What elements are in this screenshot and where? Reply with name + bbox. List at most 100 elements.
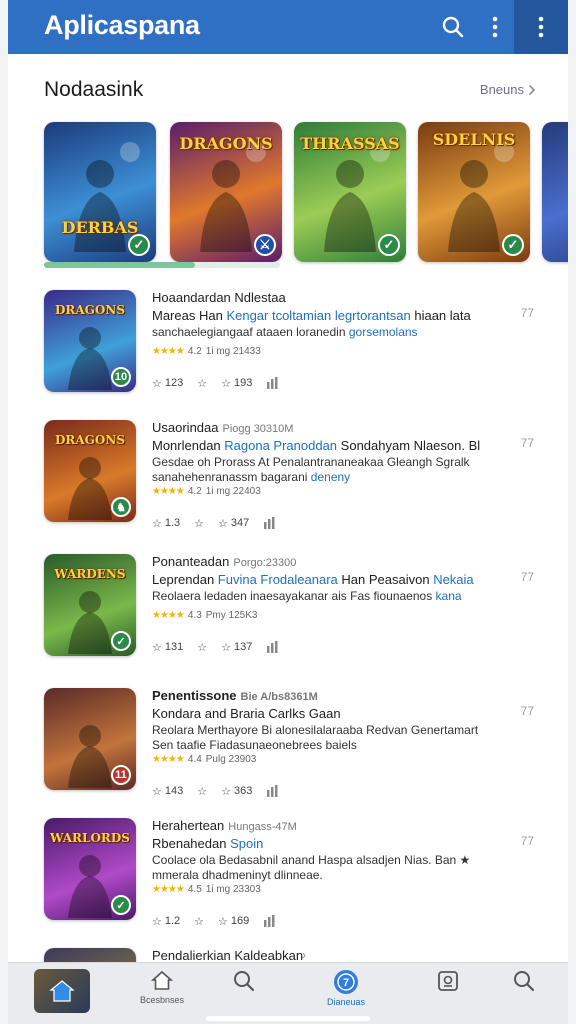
carousel-scroll-thumb[interactable] [44,262,195,268]
list-item[interactable]: WARDENS ✓ Ponanteadan Porgo:23300 Leprendan … [44,554,544,664]
nav-search[interactable] [216,969,272,1013]
app-thumbnail[interactable]: WARLORDS ✓ [44,818,136,920]
app-meta: Hungass-47M [228,821,297,833]
downloads-stat: ☆ 131 [152,641,184,654]
star-outline-icon: ☆ [218,517,228,530]
reviews-stat: ☆ 193 [221,377,253,390]
list-item[interactable]: DRAGONS 10 Hoaandardan Ndlestaa Mareas Han … [44,290,544,400]
star-outline-icon: ☆ [152,641,162,654]
more-vert-icon [538,16,544,38]
downloads-stat: ☆ 1.2 [152,915,181,928]
rating-value: 4.2 [187,346,202,357]
bar-chart-icon[interactable] [266,785,280,797]
nav-home[interactable]: Bcesbnses [134,969,190,1013]
app-description-line: sanchaelegiangaaf ataaen loranedin gorse… [152,325,418,339]
see-all-link[interactable]: Bneuns [480,82,536,97]
app-name: Hoaandardan Ndlestaa [152,290,286,305]
status-badge: 10 [111,367,131,387]
app-name: Penentissone Bie A/bs8361M [152,688,318,703]
nav-home-active[interactable] [34,969,90,1013]
more-vert-icon[interactable] [478,10,512,44]
app-name: Herahertean Hungass-47M [152,818,297,833]
rating-value: 4.4 [187,754,202,765]
app-thumbnail[interactable]: DRAGONS ♞ [44,420,136,522]
favorite-icon[interactable]: ☆ [197,377,207,390]
stats-row: ☆ 1.3 ☆ ☆ 347 [152,514,312,532]
featured-game-tile[interactable]: THRASSAS ✓ [294,122,406,262]
app-description-line: Mareas Han Kengar tcoltamian legrtorants… [152,308,471,323]
game-logo: SDELNIS [432,130,516,149]
home-icon [150,970,174,990]
status-badge: 11 [111,765,131,785]
star-outline-icon: ☆ [218,915,228,928]
bar-chart-icon[interactable] [263,517,277,529]
downloads-stat: ☆ 1.3 [152,517,181,530]
reviews-stat: ☆ 363 [221,785,253,798]
featured-section-title: Nodaasink [44,78,144,101]
app-description-line: Gesdae oh Prorass At Penalantrananeakaa … [152,455,470,469]
game-logo: THRASSAS [300,134,400,153]
app-meta: Bie A/bs8361M [240,691,318,703]
star-rating-icon: ★★★★ [152,486,185,497]
featured-game-tile[interactable] [542,122,568,262]
game-logo: DRAGONS [54,303,126,317]
app-thumbnail[interactable]: WARDENS ✓ [44,554,136,656]
app-thumbnail[interactable]: 11 [44,688,136,790]
device-frame: Aplicaspana Nodaasink Bneuns DERBAS ✓ DRAG… [0,0,576,1024]
downloads-stat: ☆ 123 [152,377,184,390]
list-item[interactable]: WARLORDS ✓ Herahertean Hungass-47M Rbenaheda… [44,818,544,928]
star-rating-icon: ★★★★ [152,610,185,621]
featured-game-tile[interactable]: DRAGONS ⚔ [170,122,282,262]
favorite-icon[interactable]: ☆ [197,785,207,798]
star-rating-icon: ★★★★ [152,884,185,895]
nav-apps-label: Dianeuas [326,997,366,1007]
rating-row: ★★★★ 4.2 1i mg 22403 [152,486,261,497]
status-badge: ✓ [111,631,131,651]
app-screen: Aplicaspana Nodaasink Bneuns DERBAS ✓ DRAG… [8,0,568,1024]
favorite-icon[interactable]: ☆ [194,517,204,530]
library-icon [438,971,458,991]
list-item-count: 77 [520,436,534,450]
star-outline-icon: ☆ [221,641,231,654]
app-description-line: Rbenahedan Spoin [152,836,264,851]
sword-icon: ⚔ [254,234,276,256]
list-item[interactable]: DRAGONS ♞ Usaorindaa Piogg 30310M Monrlendan… [44,420,544,530]
app-meta: Piogg 30310M [222,423,294,435]
favorite-icon[interactable]: ☆ [194,915,204,928]
app-description-line: sanahehenranassm bagarani deneny [152,470,351,484]
featured-game-tile[interactable]: DERBAS ✓ [44,122,156,262]
bar-chart-icon[interactable] [266,641,280,653]
app-name: Usaorindaa Piogg 30310M [152,420,294,435]
rating-row: ★★★★ 4.4 Pulg 23903 [152,754,256,765]
app-thumbnail[interactable]: DRAGONS 10 [44,290,136,392]
list-item-count: 77 [520,306,534,320]
search-icon [234,971,255,992]
carousel-scrollbar[interactable] [44,262,280,268]
app-description-line: Leprendan Fuvina Frodaleanara Han Peasai… [152,572,474,587]
home-indicator[interactable] [206,1016,370,1021]
featured-carousel[interactable]: DERBAS ✓ DRAGONS ⚔ THRASSAS ✓ SDELNIS ✓ [44,122,568,272]
downloads-stat: ☆ 143 [152,785,184,798]
stats-row: ☆ 143 ☆ ☆ 363 [152,782,312,800]
search-icon[interactable] [436,10,470,44]
reviews-stat: ☆ 347 [218,517,250,530]
favorite-icon[interactable]: ☆ [197,641,207,654]
overflow-menu-button[interactable] [514,0,568,54]
reviews-stat: ☆ 137 [221,641,253,654]
nav-apps[interactable]: 7 Dianeuas [318,969,374,1013]
list-item[interactable]: 11 Penentissone Bie A/bs8361M Kondara and B… [44,688,544,798]
star-outline-icon: ☆ [221,785,231,798]
chevron-right-icon [528,84,536,95]
rating-text: 1i mg 23303 [205,884,261,895]
see-all-label: Bneuns [479,82,524,97]
featured-game-tile[interactable]: SDELNIS ✓ [418,122,530,262]
nav-library[interactable] [420,969,476,1013]
list-item-count: 77 [520,570,534,584]
bar-chart-icon[interactable] [263,915,277,927]
nav-home-label: Bcesbnses [139,995,185,1005]
nav-search-2[interactable] [496,969,552,1013]
rating-row: ★★★★ 4.3 Pmy 125K3 [152,610,257,621]
app-meta: Porgo:23300 [233,557,297,569]
bar-chart-icon[interactable] [266,377,280,389]
rating-row: ★★★★ 4.2 1i mg 21433 [152,346,261,357]
